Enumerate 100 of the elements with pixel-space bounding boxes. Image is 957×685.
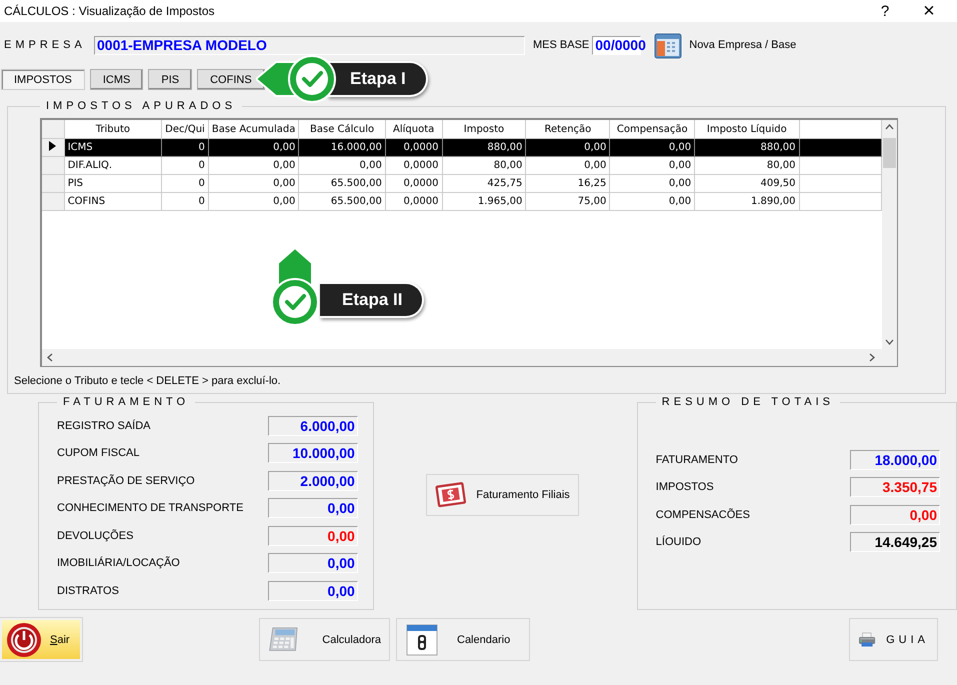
calendar-button[interactable]: Calendario [396,618,530,661]
column-header[interactable]: Imposto Líquido [694,120,800,138]
hint-text: Selecione o Tributo e tecle < DELETE > para excluí-lo. [14,375,282,387]
column-header[interactable]: Imposto [442,120,526,138]
scroll-down-icon [885,339,894,345]
column-header[interactable]: Compensação [610,120,695,138]
value-field: 0,00 [268,580,358,601]
group-title: IMPOSTOS APURADOS [45,100,238,112]
table-cell: 0 [162,174,208,192]
table-row[interactable]: COFINS 0 0,00 65.500,00 0,0000 1.965,00 75,00 0,00 1.890,00 [42,192,882,210]
horizontal-scrollbar[interactable] [42,349,897,366]
table-cell: 0,00 [610,156,695,174]
field-label: FATURAMENTO [656,454,738,466]
table-cell: 880,00 [442,138,526,156]
table-cell: 0,0000 [385,192,442,210]
scroll-up-icon [885,124,894,130]
tab[interactable]: COFINS [197,69,265,90]
table-cell: 0,00 [610,138,695,156]
table-row[interactable]: DIF.ALIQ. 0 0,00 0,00 0,0000 80,00 0,00 0,00 80,00 [42,156,882,174]
table-cell: 0,00 [208,174,299,192]
window-title: CÁLCULOS : Visualização de Impostos [4,4,216,18]
scrollbar-thumb[interactable] [883,138,896,168]
value-field: 0,00 [268,526,358,546]
value-field: 18.000,00 [850,450,940,470]
field-label: PRESTAÇÃO DE SERVIÇO [57,474,195,487]
value-field: 0,00 [850,504,940,525]
group-title: RESUMO DE TOTAIS [660,396,835,408]
field-label: MES BASE [533,39,590,51]
branch-billing-button[interactable]: Faturamento Filiais [426,474,579,516]
new-company-button[interactable]: Nova Empresa / Base [651,28,796,62]
table-cell: 65.500,00 [298,174,386,192]
help-button[interactable]: ? [863,2,907,20]
field-label: CUPOM FISCAL [57,447,140,460]
table-cell: 80,00 [442,156,526,174]
close-button[interactable]: × [907,0,951,22]
table-cell: 0,0000 [385,174,442,192]
field-label: COMPENSACÕES [656,508,750,521]
field-label: CONHECIMENTO DE TRANSPORTE [57,502,244,514]
scroll-right-icon [869,353,875,362]
column-header[interactable]: Dec/Qui [162,120,208,138]
table-cell: 1.890,00 [694,192,800,210]
step-label: Etapa II [320,282,424,318]
table-cell: ICMS [64,138,162,156]
table-row[interactable]: ICMS 0 0,00 16.000,00 0,0000 880,00 0,00 0,00 880,00 [42,138,882,156]
row-pointer-icon [49,141,56,151]
table-cell: 0 [162,192,208,210]
table-cell: 0,0000 [385,138,442,156]
value-field: 0,00 [268,498,358,518]
power-icon [6,622,42,658]
tab[interactable]: IMPOSTOS [1,69,85,90]
table-cell: 0,00 [208,138,299,156]
table-cell: 1.965,00 [442,192,526,210]
field-label: IMPOSTOS [656,481,714,494]
table-cell: 409,50 [694,174,800,192]
calendar-page-icon [405,622,439,656]
value-field: 14.649,25 [850,532,940,552]
column-header[interactable]: Retenção [526,120,610,138]
column-header[interactable]: Base Cálculo [298,120,386,138]
field-label: REGISTRO SAÍDA [57,420,151,432]
value-field: 6.000,00 [268,416,358,436]
tab[interactable]: PIS [148,69,192,90]
field-label: IMOBILIÁRIA/LOCAÇÃO [57,557,180,570]
column-header[interactable]: Tributo [64,120,162,138]
table-cell: 0,0000 [385,156,442,174]
value-field: 3.350,75 [850,477,940,498]
table-cell: 0,00 [526,138,610,156]
column-header[interactable]: Base Acumulada [208,120,299,138]
vertical-scrollbar[interactable] [882,120,897,349]
field-label: LÍOUIDO [656,536,702,548]
table-cell: 0,00 [208,192,299,210]
table-cell: 880,00 [694,138,800,156]
column-header[interactable]: Alíquota [385,120,442,138]
field-label: DISTRATOS [57,584,119,597]
table-cell: 0 [162,156,208,174]
table-cell: PIS [64,174,162,192]
table-cell: 0,00 [208,156,299,174]
exit-button[interactable]: Sair [0,618,82,661]
field-label: DEVOLUÇÕES [57,530,134,542]
table-row[interactable]: PIS 0 0,00 65.500,00 0,0000 425,75 16,25 0,00 409,50 [42,174,882,192]
tab[interactable]: ICMS [90,69,144,90]
table-cell: COFINS [64,192,162,210]
table-cell: DIF.ALIQ. [64,156,162,174]
print-button[interactable]: GUIA [849,618,938,661]
table-cell: 0,00 [298,156,386,174]
table-cell: 0,00 [610,192,695,210]
value-field: 2.000,00 [268,470,358,491]
value-field: 10.000,00 [268,443,358,464]
group-title: FATURAMENTO [62,396,190,408]
table-cell: 16,25 [526,174,610,192]
table-cell: 0 [162,138,208,156]
table-cell: 0,00 [526,156,610,174]
table-cell: 80,00 [694,156,800,174]
step-label: Etapa I [328,61,428,97]
company-field[interactable]: 0001-EMPRESA MODELO [94,36,525,54]
value-field: 0,00 [268,553,358,574]
scroll-left-icon [47,353,53,362]
table-cell: 0,00 [610,174,695,192]
table-cell: 425,75 [442,174,526,192]
table-cell: 65.500,00 [298,192,386,210]
calculator-button[interactable]: Calculadora [259,618,390,661]
